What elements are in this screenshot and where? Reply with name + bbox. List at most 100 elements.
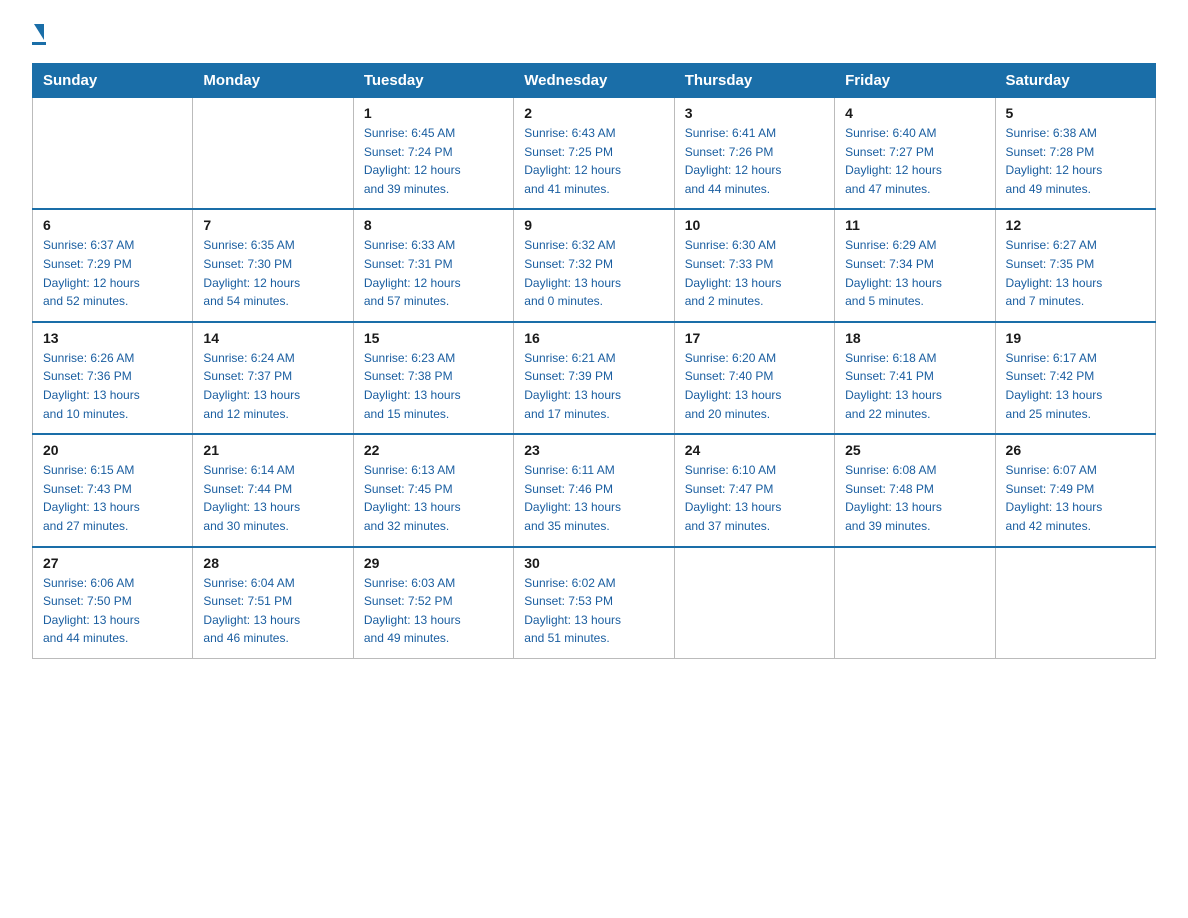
calendar-cell: 23Sunrise: 6:11 AM Sunset: 7:46 PM Dayli… <box>514 434 674 546</box>
day-number: 1 <box>364 105 503 121</box>
calendar-cell: 16Sunrise: 6:21 AM Sunset: 7:39 PM Dayli… <box>514 322 674 434</box>
calendar-cell <box>674 547 834 659</box>
day-info: Sunrise: 6:40 AM Sunset: 7:27 PM Dayligh… <box>845 124 984 198</box>
calendar-cell <box>835 547 995 659</box>
calendar-cell: 19Sunrise: 6:17 AM Sunset: 7:42 PM Dayli… <box>995 322 1155 434</box>
day-number: 13 <box>43 330 182 346</box>
day-number: 3 <box>685 105 824 121</box>
logo-underline <box>32 42 46 45</box>
calendar-cell: 24 Sunrise: 6:10 AM Sunset: 7:47 PM Dayli… <box>674 434 834 546</box>
day-info: Sunrise: 6:41 AM Sunset: 7:26 PM Dayligh… <box>685 124 824 198</box>
day-info: Sunrise: 6:20 AM Sunset: 7:40 PM Dayligh… <box>685 349 824 423</box>
day-info: Sunrise: 6:30 AM Sunset: 7:33 PM Dayligh… <box>685 236 824 310</box>
column-header-tuesday: Tuesday <box>353 64 513 98</box>
column-header-saturday: Saturday <box>995 64 1155 98</box>
day-info: Sunrise: 6:10 AM Sunset: 7:47 PM Dayligh… <box>685 461 824 535</box>
day-info: Sunrise: 6:43 AM Sunset: 7:25 PM Dayligh… <box>524 124 663 198</box>
column-header-friday: Friday <box>835 64 995 98</box>
day-number: 27 <box>43 555 182 571</box>
day-number: 23 <box>524 442 663 458</box>
day-info: Sunrise: 6:27 AM Sunset: 7:35 PM Dayligh… <box>1006 236 1145 310</box>
calendar-cell: 18 Sunrise: 6:18 AM Sunset: 7:41 PM Dayli… <box>835 322 995 434</box>
calendar-cell: 21 Sunrise: 6:14 AM Sunset: 7:44 PM Dayli… <box>193 434 353 546</box>
day-number: 22 <box>364 442 503 458</box>
calendar-cell <box>995 547 1155 659</box>
day-info: Sunrise: 6:07 AM Sunset: 7:49 PM Dayligh… <box>1006 461 1145 535</box>
day-info: Sunrise: 6:29 AM Sunset: 7:34 PM Dayligh… <box>845 236 984 310</box>
calendar-cell: 10 Sunrise: 6:30 AM Sunset: 7:33 PM Dayli… <box>674 209 834 321</box>
day-info: Sunrise: 6:23 AM Sunset: 7:38 PM Dayligh… <box>364 349 503 423</box>
day-number: 26 <box>1006 442 1145 458</box>
day-number: 10 <box>685 217 824 233</box>
day-number: 28 <box>203 555 342 571</box>
calendar-cell: 5Sunrise: 6:38 AM Sunset: 7:28 PM Daylig… <box>995 98 1155 210</box>
column-header-wednesday: Wednesday <box>514 64 674 98</box>
calendar-cell: 22 Sunrise: 6:13 AM Sunset: 7:45 PM Dayli… <box>353 434 513 546</box>
calendar-cell: 4 Sunrise: 6:40 AM Sunset: 7:27 PM Daylig… <box>835 98 995 210</box>
day-info: Sunrise: 6:45 AM Sunset: 7:24 PM Dayligh… <box>364 124 503 198</box>
calendar-cell: 13 Sunrise: 6:26 AM Sunset: 7:36 PM Dayli… <box>33 322 193 434</box>
calendar-cell <box>33 98 193 210</box>
day-number: 21 <box>203 442 342 458</box>
day-number: 9 <box>524 217 663 233</box>
calendar-cell: 11 Sunrise: 6:29 AM Sunset: 7:34 PM Dayli… <box>835 209 995 321</box>
column-header-monday: Monday <box>193 64 353 98</box>
day-info: Sunrise: 6:24 AM Sunset: 7:37 PM Dayligh… <box>203 349 342 423</box>
day-info: Sunrise: 6:02 AM Sunset: 7:53 PM Dayligh… <box>524 574 663 648</box>
day-number: 18 <box>845 330 984 346</box>
day-info: Sunrise: 6:35 AM Sunset: 7:30 PM Dayligh… <box>203 236 342 310</box>
page-header <box>32 24 1156 45</box>
calendar-cell: 3 Sunrise: 6:41 AM Sunset: 7:26 PM Daylig… <box>674 98 834 210</box>
day-number: 8 <box>364 217 503 233</box>
day-number: 11 <box>845 217 984 233</box>
calendar-week-row: 13 Sunrise: 6:26 AM Sunset: 7:36 PM Dayli… <box>33 322 1156 434</box>
day-info: Sunrise: 6:38 AM Sunset: 7:28 PM Dayligh… <box>1006 124 1145 198</box>
calendar-cell: 15Sunrise: 6:23 AM Sunset: 7:38 PM Dayli… <box>353 322 513 434</box>
calendar-cell <box>193 98 353 210</box>
day-info: Sunrise: 6:37 AM Sunset: 7:29 PM Dayligh… <box>43 236 182 310</box>
day-number: 4 <box>845 105 984 121</box>
calendar-cell: 25 Sunrise: 6:08 AM Sunset: 7:48 PM Dayli… <box>835 434 995 546</box>
day-number: 29 <box>364 555 503 571</box>
calendar-cell: 7 Sunrise: 6:35 AM Sunset: 7:30 PM Daylig… <box>193 209 353 321</box>
day-number: 30 <box>524 555 663 571</box>
calendar-cell: 26 Sunrise: 6:07 AM Sunset: 7:49 PM Dayli… <box>995 434 1155 546</box>
day-info: Sunrise: 6:06 AM Sunset: 7:50 PM Dayligh… <box>43 574 182 648</box>
calendar-cell: 12 Sunrise: 6:27 AM Sunset: 7:35 PM Dayli… <box>995 209 1155 321</box>
day-info: Sunrise: 6:04 AM Sunset: 7:51 PM Dayligh… <box>203 574 342 648</box>
day-info: Sunrise: 6:32 AM Sunset: 7:32 PM Dayligh… <box>524 236 663 310</box>
calendar-cell: 2 Sunrise: 6:43 AM Sunset: 7:25 PM Daylig… <box>514 98 674 210</box>
day-info: Sunrise: 6:26 AM Sunset: 7:36 PM Dayligh… <box>43 349 182 423</box>
day-info: Sunrise: 6:18 AM Sunset: 7:41 PM Dayligh… <box>845 349 984 423</box>
day-info: Sunrise: 6:13 AM Sunset: 7:45 PM Dayligh… <box>364 461 503 535</box>
calendar-cell: 30 Sunrise: 6:02 AM Sunset: 7:53 PM Dayli… <box>514 547 674 659</box>
calendar-cell: 28 Sunrise: 6:04 AM Sunset: 7:51 PM Dayli… <box>193 547 353 659</box>
day-info: Sunrise: 6:08 AM Sunset: 7:48 PM Dayligh… <box>845 461 984 535</box>
day-number: 25 <box>845 442 984 458</box>
calendar-cell: 27 Sunrise: 6:06 AM Sunset: 7:50 PM Dayli… <box>33 547 193 659</box>
column-header-sunday: Sunday <box>33 64 193 98</box>
day-number: 24 <box>685 442 824 458</box>
day-info: Sunrise: 6:15 AM Sunset: 7:43 PM Dayligh… <box>43 461 182 535</box>
calendar-cell: 14 Sunrise: 6:24 AM Sunset: 7:37 PM Dayli… <box>193 322 353 434</box>
calendar-table: SundayMondayTuesdayWednesdayThursdayFrid… <box>32 63 1156 659</box>
day-number: 17 <box>685 330 824 346</box>
day-number: 12 <box>1006 217 1145 233</box>
day-info: Sunrise: 6:33 AM Sunset: 7:31 PM Dayligh… <box>364 236 503 310</box>
calendar-cell: 8 Sunrise: 6:33 AM Sunset: 7:31 PM Daylig… <box>353 209 513 321</box>
day-number: 6 <box>43 217 182 233</box>
calendar-week-row: 6 Sunrise: 6:37 AM Sunset: 7:29 PM Daylig… <box>33 209 1156 321</box>
day-number: 20 <box>43 442 182 458</box>
calendar-week-row: 20 Sunrise: 6:15 AM Sunset: 7:43 PM Dayli… <box>33 434 1156 546</box>
day-number: 14 <box>203 330 342 346</box>
calendar-cell: 9 Sunrise: 6:32 AM Sunset: 7:32 PM Daylig… <box>514 209 674 321</box>
day-info: Sunrise: 6:21 AM Sunset: 7:39 PM Dayligh… <box>524 349 663 423</box>
calendar-cell: 6 Sunrise: 6:37 AM Sunset: 7:29 PM Daylig… <box>33 209 193 321</box>
day-number: 7 <box>203 217 342 233</box>
calendar-header-row: SundayMondayTuesdayWednesdayThursdayFrid… <box>33 64 1156 98</box>
day-info: Sunrise: 6:14 AM Sunset: 7:44 PM Dayligh… <box>203 461 342 535</box>
day-number: 2 <box>524 105 663 121</box>
day-info: Sunrise: 6:17 AM Sunset: 7:42 PM Dayligh… <box>1006 349 1145 423</box>
calendar-cell: 1 Sunrise: 6:45 AM Sunset: 7:24 PM Daylig… <box>353 98 513 210</box>
logo <box>32 24 46 45</box>
